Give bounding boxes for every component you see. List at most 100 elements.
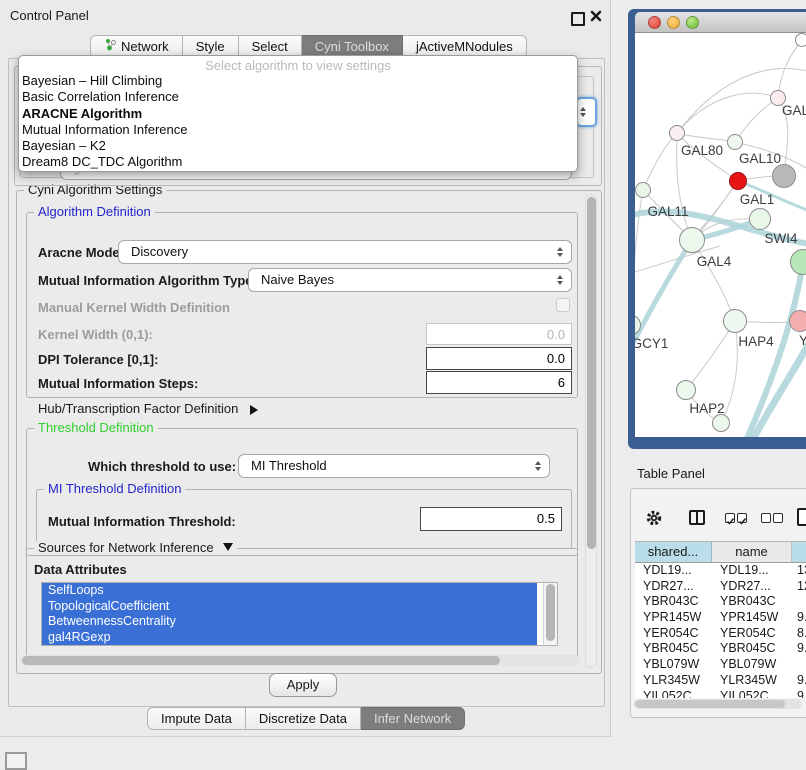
table-row[interactable]: YPR145WYPR145W9. [635,610,806,626]
table-row[interactable]: YLR345WYLR345W9. [635,673,806,689]
control-panel-window: Control Panel Network Style Select Cyni … [0,0,611,737]
close-icon[interactable] [590,10,602,25]
select-all-icon[interactable] [725,513,747,523]
combo-arrows-icon [557,247,563,257]
collapse-down-icon[interactable] [223,543,233,551]
node-label-gal1: GAL1 [740,192,775,207]
network-node-hap4[interactable] [723,309,747,333]
table-row[interactable]: YBL079WYBL079W [635,657,806,673]
scrollbar-thumb[interactable] [587,197,596,549]
network-node-red[interactable] [729,172,747,190]
deselect-all-icon[interactable] [761,513,783,523]
table-panel: shared... name A YDL19...YDL19...13 YDR2… [630,488,806,718]
network-node-gal4[interactable] [679,227,705,253]
algorithm-dropdown-popup: Select algorithm to view settings Bayesi… [18,55,578,172]
column-header-partial[interactable]: A [792,541,806,563]
node-label-hap4: HAP4 [738,334,773,349]
dropdown-item-basic-correlation[interactable]: Basic Correlation Inference [19,89,577,105]
network-node-gray[interactable] [772,164,796,188]
network-tab-icon [104,36,116,57]
settings-vertical-scrollbar[interactable] [585,194,597,668]
table-row[interactable]: YBR043CYBR043C [635,594,806,610]
network-canvas[interactable]: GAL GAL80 GAL10 GAL1 GAL11 SWI4 GAL4 GCY… [635,33,806,437]
dropdown-item-aracne[interactable]: ARACNE Algorithm [19,106,577,122]
data-attributes-list: SelfLoops TopologicalCoefficient Between… [41,582,558,646]
sources-group-title[interactable]: Sources for Network Inference [34,541,237,555]
node-label-gal4: GAL4 [697,254,732,269]
table-row[interactable]: YBR045CYBR045C9. [635,641,806,657]
network-node[interactable] [795,33,806,47]
kernel-width-field: 0.0 [426,323,572,345]
list-item-betweennesscentrality[interactable]: BetweennessCentrality [42,614,537,630]
control-panel-title: Control Panel [10,8,89,23]
mi-steps-field[interactable]: 6 [426,371,572,394]
node-label-gal80: GAL80 [681,143,723,158]
tab-impute-data[interactable]: Impute Data [147,707,246,730]
minimized-panel-icon[interactable] [5,752,27,770]
table-panel-title: Table Panel [637,466,705,481]
network-node-salmon[interactable] [789,310,806,332]
aracne-mode-label: Aracne Mode: [38,245,124,260]
network-window-titlebar[interactable] [635,12,806,33]
manual-kernel-width-label: Manual Kernel Width Definition [38,300,230,315]
combo-arrows-icon [535,461,541,471]
tab-discretize-data[interactable]: Discretize Data [246,707,361,730]
network-node[interactable] [712,414,730,432]
mi-threshold-group-title: MI Threshold Definition [44,482,185,496]
list-item-topologicalcoefficient[interactable]: TopologicalCoefficient [42,599,537,615]
table-header: shared... name A [635,541,806,563]
table-row[interactable]: YDL19...YDL19...13 [635,563,806,579]
apply-button[interactable]: Apply [269,673,337,697]
gear-icon[interactable] [645,509,663,527]
network-node-swi4[interactable] [749,208,771,230]
split-columns-icon[interactable] [689,510,705,525]
close-traffic-light[interactable] [648,16,661,29]
kernel-width-label: Kernel Width (0,1): [38,327,153,342]
data-attributes-label: Data Attributes [34,562,127,577]
hub-section-label[interactable]: Hub/Transcription Factor Definition [38,401,258,416]
mi-steps-label: Mutual Information Steps: [38,376,198,391]
tab-infer-network[interactable]: Infer Network [361,707,465,730]
network-node-gal80[interactable] [669,125,685,141]
aracne-mode-combobox[interactable]: Discovery [118,240,572,264]
minimize-traffic-light[interactable] [667,16,680,29]
zoom-traffic-light[interactable] [686,16,699,29]
algorithm-combobox-fragment[interactable] [576,97,597,127]
column-header-shared-name[interactable]: shared... [635,541,712,563]
float-window-icon[interactable] [571,12,585,26]
list-item-gal4rgexp[interactable]: gal4RGexp [42,630,537,646]
dropdown-item-bayesian-hill[interactable]: Bayesian – Hill Climbing [19,73,577,89]
list-item-selfloops[interactable]: SelfLoops [42,583,537,599]
scrollbar-thumb[interactable] [635,700,785,708]
column-header-name[interactable]: name [712,541,792,563]
scrollbar-thumb[interactable] [22,656,500,665]
dropdown-item-mutual-information[interactable]: Mutual Information Inference [19,122,577,138]
network-node-gal11[interactable] [635,182,651,198]
dropdown-item-dream8[interactable]: Dream8 DC_TDC Algorithm [19,154,577,170]
network-node-hap2[interactable] [676,380,696,400]
scrollbar-thumb[interactable] [546,584,555,641]
table-row[interactable]: YDR27...YDR27...12 [635,579,806,595]
threshold-definition-title: Threshold Definition [34,421,158,435]
table-row[interactable]: YER054CYER054C8. [635,626,806,642]
mi-threshold-label: Mutual Information Threshold: [48,514,236,529]
table-horizontal-scrollbar[interactable] [634,699,802,709]
combo-arrows-icon [557,275,563,285]
list-vertical-scrollbar[interactable] [543,583,557,645]
node-label-gal10: GAL10 [739,151,781,166]
which-threshold-label: Which threshold to use: [88,459,236,474]
cyni-bottom-tabs: Impute Data Discretize Data Infer Networ… [147,707,465,731]
mi-algorithm-type-combobox[interactable]: Naive Bayes [248,268,572,292]
mi-threshold-field[interactable]: 0.5 [420,507,562,531]
algorithm-definition-title: Algorithm Definition [34,205,155,219]
settings-horizontal-scrollbar[interactable] [20,655,580,666]
which-threshold-combobox[interactable]: MI Threshold [238,454,550,478]
dropdown-item-bayesian-k2[interactable]: Bayesian – K2 [19,138,577,154]
node-label: GAL [782,103,806,118]
dpi-tolerance-field[interactable]: 0.0 [426,347,572,370]
dropdown-hint: Select algorithm to view settings [19,58,577,73]
page-icon[interactable] [797,508,806,526]
table-row[interactable]: YIL052CYIL052C9 [635,689,806,699]
network-node-gal10[interactable] [727,134,743,150]
expand-right-icon[interactable] [250,405,258,415]
